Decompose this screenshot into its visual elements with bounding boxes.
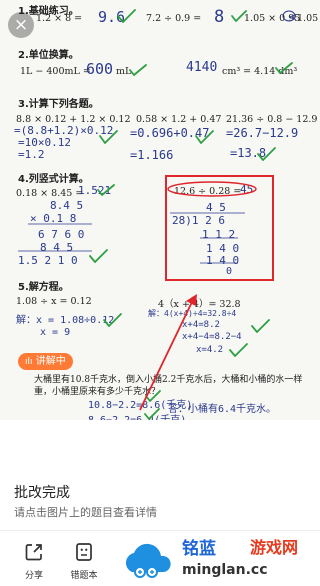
check-mark-icon xyxy=(103,313,122,327)
share-button[interactable]: 分享 xyxy=(14,541,54,581)
check-mark-icon xyxy=(229,343,248,357)
check-mark-icon xyxy=(195,130,214,144)
panel-subtitle: 请点击图片上的题目查看详情 xyxy=(14,506,157,519)
worksheet-photo[interactable]: × 1.基础练习。 1.2 × 8 = 9.6 7.2 ÷ 0.9 = 8 1.… xyxy=(0,0,320,420)
explaining-label: 讲解中 xyxy=(35,356,66,367)
mistakes-notebook-button[interactable]: 错题本 xyxy=(64,541,104,581)
panel-title: 批改完成 xyxy=(14,485,70,501)
check-mark-icon xyxy=(117,9,136,23)
watermark-url: minglan.cc xyxy=(182,562,268,578)
cloud-logo-icon xyxy=(125,543,171,578)
check-mark-icon xyxy=(251,319,270,333)
check-mark-icon xyxy=(231,10,247,22)
sound-wave-icon: ılı xyxy=(25,357,33,367)
check-mark-icon xyxy=(99,130,118,144)
check-mark-icon xyxy=(275,62,293,74)
share-icon xyxy=(25,544,42,561)
notebook-icon xyxy=(76,543,92,561)
answer-circle-icon xyxy=(282,10,296,22)
check-mark-icon xyxy=(97,184,115,196)
share-label: 分享 xyxy=(24,571,43,581)
check-mark-icon xyxy=(89,249,108,263)
check-mark-icon xyxy=(144,408,160,420)
highlight-ellipse xyxy=(167,181,257,197)
selected-question-box xyxy=(165,175,274,281)
check-mark-icon xyxy=(129,64,147,76)
pointer-arrow xyxy=(139,294,197,411)
explaining-badge[interactable]: ılı 讲解中 xyxy=(18,353,73,370)
watermark-brand: 铭蓝 xyxy=(182,539,216,559)
site-watermark: 铭蓝 游戏网 minglan.cc xyxy=(106,530,320,586)
check-mark-icon xyxy=(257,147,276,161)
watermark-tag: 游戏网 xyxy=(250,538,299,557)
mistakes-label: 错题本 xyxy=(70,571,98,581)
